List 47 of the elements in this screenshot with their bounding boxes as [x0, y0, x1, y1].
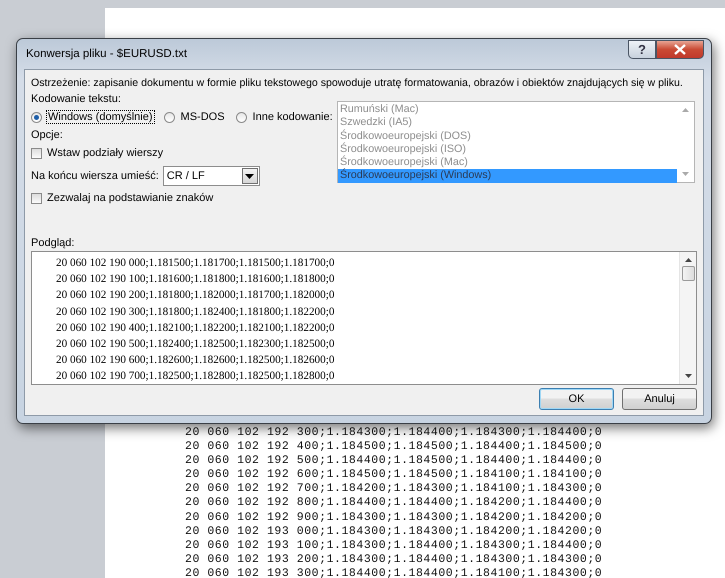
- document-line: 20 060 102 192 900;1.184300;1.184300;1.184200;1.184200;0: [185, 510, 604, 525]
- document-line: 20 060 102 192 800;1.184400;1.184400;1.184200;1.184400;0: [185, 496, 604, 511]
- scroll-up-icon: [684, 258, 692, 262]
- scroll-down-icon: [684, 374, 692, 378]
- preview-label: Podgląd:: [31, 236, 76, 251]
- document-line: 20 060 102 193 300;1.184400;1.184400;1.184100;1.184300;0: [185, 566, 604, 578]
- preview-line: 20 060 102 190 600;1.182600;1.182600;1.182500;1.182600;0: [56, 353, 336, 368]
- document-line: 20 060 102 192 600;1.184500;1.184500;1.184100;1.184100;0: [185, 468, 604, 482]
- document-line: 20 060 102 192 300;1.184300;1.184400;1.184300;1.184400;0: [185, 426, 604, 440]
- preview-line: 20 060 102 190 000;1.181500;1.181700;1.181500;1.181700;0: [56, 256, 336, 271]
- preview-line: 20 060 102 190 500;1.182400;1.182500;1.182300;1.182500;0: [56, 337, 336, 352]
- document-line: 20 060 102 192 400;1.184500;1.184500;1.184400;1.184500;0: [185, 440, 604, 454]
- close-icon: [673, 44, 687, 55]
- document-line: 20 060 102 193 100;1.184300;1.184400;1.184300;1.184400;0: [185, 538, 604, 553]
- checkbox[interactable]: [31, 148, 42, 158]
- preview-line: 20 060 102 190 700;1.182500;1.182800;1.182500;1.182800;0: [56, 369, 336, 384]
- encoding-label: Kodowanie tekstu:: [31, 92, 122, 107]
- options-label: Opcje:: [31, 128, 64, 143]
- preview-line: 20 060 102 190 300;1.181800;1.182400;1.181800;1.182200;0: [56, 304, 336, 320]
- caret-icon: [245, 174, 254, 178]
- close-button[interactable]: [656, 40, 704, 59]
- radio-button[interactable]: [164, 112, 175, 122]
- scroll-up-icon: [682, 108, 689, 112]
- radio-label[interactable]: Inne kodowanie:: [250, 110, 335, 124]
- radio-label[interactable]: MS-DOS: [178, 110, 227, 124]
- radio-label[interactable]: Windows (domyślnie): [46, 110, 155, 124]
- dialog-button[interactable]: Anuluj: [622, 388, 697, 410]
- document-line: 20 060 102 193 000;1.184300;1.184300;1.184200;1.184200;0: [185, 524, 604, 539]
- preview-line: 20 060 102 190 400;1.182100;1.182200;1.182100;1.182200;0: [56, 320, 336, 336]
- scrollbar-thumb[interactable]: [682, 266, 694, 281]
- radio-button[interactable]: [31, 112, 42, 122]
- window-title: Konwersja pliku - $EURUSD.txt: [26, 48, 188, 60]
- line-end-dropdown[interactable]: CR / LF: [162, 166, 260, 186]
- warning-text: Ostrzeżenie: zapisanie dokumentu w formie pliku tekstowego spowoduje utratę formatowania, obrazów i obiektów znajdujących się w pliku.: [31, 76, 684, 91]
- scroll-down-icon: [682, 172, 689, 176]
- radio-button[interactable]: [236, 112, 247, 122]
- dialog-button[interactable]: OK: [539, 388, 614, 410]
- line-end-label: Na końcu wiersza umieść:: [31, 170, 159, 182]
- help-button[interactable]: ?: [628, 40, 656, 59]
- preview-line: 20 060 102 190 200;1.181800;1.182000;1.181700;1.182000;0: [56, 288, 336, 304]
- document-line: 20 060 102 193 200;1.184300;1.184400;1.184300;1.184300;0: [185, 552, 604, 567]
- document-line: 20 060 102 192 500;1.184400;1.184500;1.184400;1.184400;0: [185, 454, 604, 468]
- document-line: 20 060 102 192 700;1.184200;1.184300;1.184100;1.184300;0: [185, 482, 604, 496]
- checkbox-label[interactable]: Wstaw podziały wierszy: [47, 147, 164, 159]
- checkbox-label[interactable]: Zezwalaj na podstawianie znaków: [47, 192, 214, 204]
- preview-line: 20 060 102 190 100;1.181600;1.181800;1.181600;1.181800;0: [56, 272, 336, 288]
- checkbox[interactable]: [31, 192, 42, 204]
